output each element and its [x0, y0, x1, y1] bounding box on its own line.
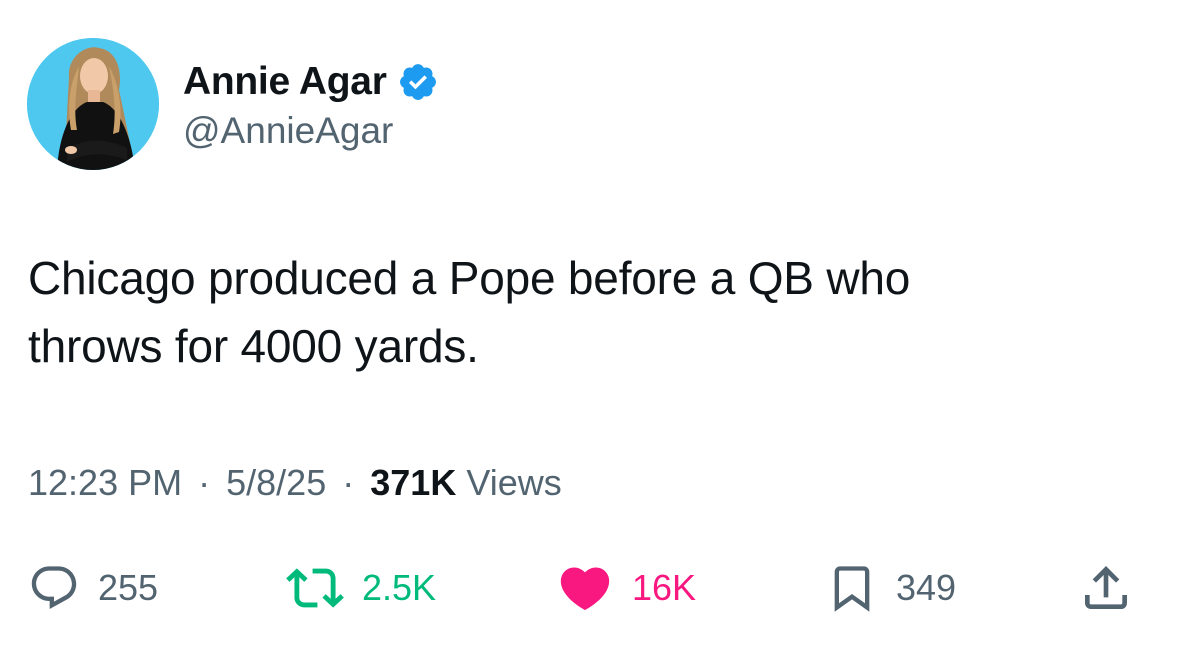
retweet-count: 2.5K [362, 567, 437, 608]
retweet-button[interactable]: 2.5K [286, 556, 436, 620]
tweet-time[interactable]: 12:23 PM [28, 462, 182, 503]
verified-badge-icon[interactable] [397, 61, 439, 103]
retweet-icon [286, 568, 344, 608]
meta-separator: · [342, 462, 355, 503]
views-label: Views [466, 462, 562, 503]
share-icon [1085, 566, 1127, 609]
bookmark-icon [834, 566, 870, 612]
meta-separator: · [198, 462, 211, 503]
author-handle[interactable]: @AnnieAgar [183, 110, 439, 152]
avatar[interactable] [27, 38, 159, 170]
tweet-card: Annie Agar @AnnieAgar Chicago produced a… [0, 0, 1179, 668]
like-button[interactable]: 16K [556, 556, 696, 620]
display-name-row: Annie Agar [183, 56, 439, 108]
heart-icon [560, 567, 610, 611]
reply-count: 255 [98, 567, 159, 608]
tweet-meta: 12:23 PM · 5/8/25 · 371K Views [28, 462, 562, 504]
tweet-date[interactable]: 5/8/25 [226, 462, 326, 503]
tweet-header: Annie Agar @AnnieAgar [27, 38, 439, 170]
share-button[interactable] [1078, 556, 1134, 620]
reply-icon [31, 566, 77, 610]
bookmark-button[interactable]: 349 [826, 556, 956, 620]
views-count[interactable]: 371K [370, 462, 456, 503]
tweet-text-line: throws for 4000 yards. [28, 320, 479, 372]
action-bar: 255 2.5K 16K 349 [0, 556, 1179, 620]
author-names: Annie Agar @AnnieAgar [183, 56, 439, 152]
tweet-text-line: Chicago produced a Pope before a QB who [28, 252, 911, 304]
like-count: 16K [632, 567, 697, 608]
profile-photo-icon [27, 38, 159, 170]
bookmark-count: 349 [896, 567, 957, 608]
display-name[interactable]: Annie Agar [183, 60, 387, 104]
reply-button[interactable]: 255 [28, 556, 158, 620]
tweet-text: Chicago produced a Pope before a QB who … [28, 244, 1148, 380]
